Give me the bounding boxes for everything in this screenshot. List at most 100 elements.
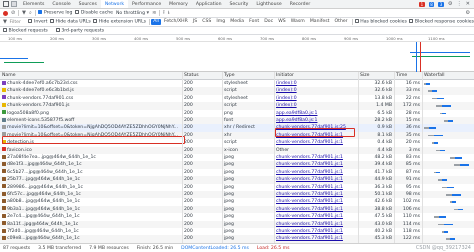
table-row[interactable]: chunk-vendors.77daf901.js 200 script (index…: [0, 102, 474, 110]
filter-type-js[interactable]: JS: [191, 19, 199, 25]
table-row[interactable]: a80b8...jpg@464w_644h_1e_1c 200 jpeg chunk-…: [0, 198, 474, 205]
request-initiator[interactable]: chunk-vendors.77daf901.js:1: [274, 169, 358, 176]
warning-count-badge[interactable]: 8: [428, 1, 435, 7]
table-row[interactable]: logoa508a8f0.png 200 png app.ea9df8a0.js:1 6…: [0, 110, 474, 117]
request-initiator[interactable]: chunk-vendors.77daf901.js:1: [274, 184, 358, 191]
preserve-log-checkbox[interactable]: Preserve log: [38, 10, 72, 16]
column-divider[interactable]: [222, 72, 223, 243]
tab-memory[interactable]: Memory: [165, 0, 192, 8]
info-count-badge[interactable]: 3: [438, 1, 444, 7]
import-har-icon[interactable]: ⭱: [163, 9, 165, 17]
tab-lighthouse[interactable]: Lighthouse: [252, 0, 285, 8]
column-header-size[interactable]: Size: [358, 72, 394, 80]
table-row[interactable]: favicon.ico 200 x-icon Other 4.4 kB 3 ms: [0, 146, 474, 154]
table-row[interactable]: movie?limit=10&offset=0&token=NjgAhDQ5OD…: [0, 124, 474, 132]
request-initiator[interactable]: chunk-vendors.77daf901.js:1: [274, 235, 358, 242]
filter-type-other[interactable]: Other: [333, 19, 350, 25]
table-row[interactable]: 27a08f4e7ea...jpg@464w_644h_1e_1c 200 jpeg…: [0, 154, 474, 161]
column-divider[interactable]: [358, 72, 359, 243]
error-count-badge[interactable]: 1: [419, 1, 425, 7]
filter-type-media[interactable]: Media: [228, 19, 245, 25]
column-divider[interactable]: [422, 72, 423, 243]
tab-elements[interactable]: Elements: [19, 0, 48, 8]
request-initiator[interactable]: chunk-vendors.77daf901.js:1: [274, 228, 358, 235]
table-row[interactable]: 25b77...jpg@464w_644h_1e_1c 200 jpeg chunk-…: [0, 176, 474, 184]
filter-type-all[interactable]: All: [151, 19, 161, 25]
hide-data-urls-checkbox[interactable]: Hide data URLs: [49, 19, 91, 25]
filter-type-css[interactable]: CSS: [200, 19, 213, 25]
record-button[interactable]: [3, 10, 8, 16]
device-toolbar-icon[interactable]: [11, 1, 17, 7]
filter-type-img[interactable]: Img: [215, 19, 227, 25]
clear-icon[interactable]: ⊘: [11, 10, 15, 16]
throttling-select[interactable]: No throttling ▾: [116, 10, 149, 16]
table-row[interactable]: chunk-vendors.77daf901.css 200 stylesheet (…: [0, 95, 474, 102]
filter-type-font[interactable]: Font: [247, 19, 261, 25]
table-row[interactable]: 289986...jpg@464w_644h_1e_1c 200 jpeg chunk…: [0, 184, 474, 191]
filter-input[interactable]: Filter: [10, 20, 26, 25]
request-initiator[interactable]: chunk-vendors.77daf901.js:1: [274, 221, 358, 228]
filter-type-fetch-xhr[interactable]: Fetch/XHR: [162, 19, 189, 25]
request-initiator[interactable]: chunk-vendors.77daf901.js:1: [274, 161, 358, 168]
close-devtools-icon[interactable]: ✕: [466, 1, 470, 7]
network-settings-gear-icon[interactable]: ⚙: [465, 10, 470, 16]
request-initiator[interactable]: (index):0: [274, 87, 358, 94]
table-row[interactable]: 7f2d0...jpg@464w_644h_1e_1c 200 jpeg chunk-…: [0, 228, 474, 235]
table-row[interactable]: 9b3a1...jpg@464w_644h_1e_1c 200 jpeg chunk-…: [0, 205, 474, 214]
request-initiator[interactable]: chunk-vendors.77daf901.js:1: [274, 198, 358, 205]
search-icon[interactable]: ⌕: [29, 10, 32, 17]
column-header-initiator[interactable]: Initiator: [274, 72, 358, 80]
table-row[interactable]: chunk-4dee7ef0.a6c7b23d.css 200 stylesheet…: [0, 80, 474, 87]
column-divider[interactable]: [394, 72, 395, 243]
column-divider[interactable]: [182, 72, 183, 243]
column-header-time[interactable]: Time: [394, 72, 422, 80]
settings-gear-icon[interactable]: ⚙: [448, 1, 453, 7]
table-row[interactable]: 6fc57c...jpg@464w_644h_1e_1c 200 jpeg chunk…: [0, 191, 474, 199]
filter-type-manifest[interactable]: Manifest: [308, 19, 331, 25]
tab-network[interactable]: Network: [100, 0, 129, 8]
table-row[interactable]: chunk-4dee7ef0.e6c3b1bd.js 200 script (inde…: [0, 87, 474, 95]
filter-type-doc[interactable]: Doc: [262, 19, 274, 25]
column-header-name[interactable]: Name: [0, 72, 182, 80]
table-row[interactable]: 2e7c4...jpg@464w_644h_1e_1c 200 jpeg chunk-…: [0, 213, 474, 220]
request-initiator[interactable]: chunk-vendors.77daf901.js:1: [274, 191, 358, 198]
column-header-waterfall[interactable]: Waterfall: [422, 72, 474, 80]
request-initiator[interactable]: chunk-vendors.77daf901.js:1: [274, 176, 358, 183]
request-initiator[interactable]: Other: [274, 147, 358, 154]
request-initiator[interactable]: (index):0: [274, 102, 358, 109]
tab-sources[interactable]: Sources: [75, 0, 101, 8]
request-initiator[interactable]: chunk-vendors.77daf901.js:1: [274, 206, 358, 213]
column-divider[interactable]: [274, 72, 275, 243]
timeline-ruler[interactable]: 100 ms 200 ms 300 ms 400 ms 500 ms 600 ms 700 …: [0, 35, 474, 42]
timeline-overview[interactable]: [0, 42, 474, 72]
table-row[interactable]: 6c5b27...jpg@464w_644h_1e_1c 200 jpeg chunk…: [0, 169, 474, 176]
blocked-requests-checkbox[interactable]: Blocked requests: [3, 27, 48, 33]
has-blocked-cookies-checkbox[interactable]: Has blocked cookies: [354, 19, 407, 25]
filter-type-wasm[interactable]: Wasm: [289, 19, 307, 25]
tab-recorder[interactable]: Recorder: [286, 0, 315, 8]
table-row[interactable]: d8e1f3...jpg@464w_644h_1e_1c 200 jpeg chunk…: [0, 161, 474, 169]
tab-application[interactable]: Application: [192, 0, 226, 8]
tab-performance[interactable]: Performance: [128, 0, 165, 8]
column-header-status[interactable]: Status: [182, 72, 222, 80]
filter-type-ws[interactable]: WS: [276, 19, 287, 25]
request-initiator[interactable]: (index):0: [274, 80, 358, 87]
request-initiator[interactable]: app.ea9df8a0.js:1: [274, 110, 358, 117]
tab-security[interactable]: Security: [226, 0, 253, 8]
tab-console[interactable]: Console: [48, 0, 74, 8]
request-initiator[interactable]: chunk-vendors.77daf901.js:1: [274, 139, 358, 146]
request-initiator[interactable]: chunk-vendors.77daf901.js:1: [274, 154, 358, 161]
request-initiator[interactable]: chunk-vendors.77daf901.js:1: [274, 213, 358, 220]
request-initiator[interactable]: app.ea9df8a0.js:1: [274, 117, 358, 124]
hide-extension-urls-checkbox[interactable]: Hide extension URLs: [93, 19, 146, 25]
request-initiator[interactable]: (index):0: [274, 95, 358, 102]
export-har-icon[interactable]: ⭳: [168, 9, 170, 17]
inspect-element-icon[interactable]: [3, 1, 9, 7]
table-row[interactable]: c09e8...jpg@464w_644h_1e_1c 200 jpeg chunk-…: [0, 235, 474, 243]
more-options-icon[interactable]: ⋮: [456, 1, 461, 7]
invert-checkbox[interactable]: Invert: [28, 19, 47, 25]
table-row[interactable]: element-icons.535877f5.woff 200 font app.ea…: [0, 117, 474, 125]
blocked-response-cookies-checkbox[interactable]: Blocked response cookies: [409, 19, 474, 25]
filter-funnel-icon[interactable]: ▼: [22, 10, 26, 16]
disable-cache-checkbox[interactable]: Disable cache: [75, 10, 113, 16]
